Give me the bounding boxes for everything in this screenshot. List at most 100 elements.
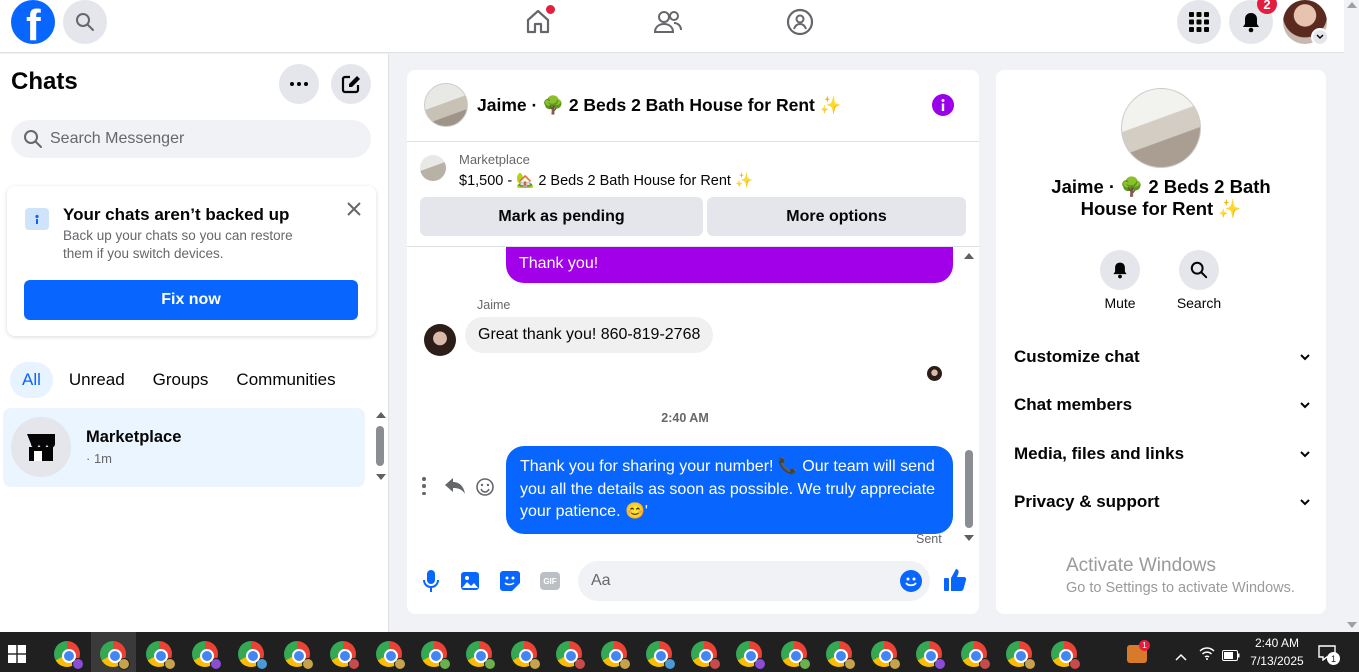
- outgoing-message[interactable]: Thank you for sharing your number! 📞 Our…: [506, 446, 953, 534]
- chrome-taskbar-icon[interactable]: [871, 641, 901, 670]
- nav-groups[interactable]: [770, 0, 830, 44]
- facebook-logo-icon[interactable]: f: [11, 0, 55, 44]
- chrome-taskbar-icon[interactable]: [916, 641, 946, 670]
- backup-notice-card: Your chats aren’t backed up Back up your…: [7, 186, 376, 336]
- chrome-taskbar-icon[interactable]: [601, 641, 631, 670]
- battery-icon[interactable]: [1222, 648, 1240, 666]
- chrome-taskbar-icon[interactable]: [826, 641, 856, 670]
- chat-options-button[interactable]: [279, 64, 319, 104]
- search-action[interactable]: Search: [1175, 250, 1223, 311]
- tab-all[interactable]: All: [10, 362, 53, 398]
- incoming-message[interactable]: Great thank you! 860-819-2768: [465, 317, 714, 353]
- chrome-taskbar-icon[interactable]: [781, 641, 811, 670]
- tab-communities[interactable]: Communities: [224, 362, 347, 398]
- customize-chat-section[interactable]: Customize chat: [1014, 347, 1310, 367]
- tab-groups[interactable]: Groups: [141, 362, 221, 398]
- chrome-taskbar-icon[interactable]: [54, 641, 84, 670]
- message-input[interactable]: Aa: [578, 561, 930, 601]
- conversation-avatar: [424, 83, 468, 127]
- microphone-icon[interactable]: [422, 570, 440, 597]
- message-more-actions[interactable]: [419, 477, 429, 495]
- chrome-taskbar-icon[interactable]: [1006, 641, 1036, 670]
- grid-menu-icon: [1189, 12, 1209, 32]
- chat-list-scroll-down[interactable]: [376, 474, 386, 480]
- mute-action[interactable]: Mute: [1096, 250, 1144, 311]
- chrome-taskbar-icon[interactable]: [646, 641, 676, 670]
- chrome-taskbar-icon[interactable]: [146, 641, 176, 670]
- backup-icon: [25, 208, 49, 230]
- chevron-down-icon: [1300, 401, 1310, 408]
- notifications-button[interactable]: 2: [1229, 0, 1277, 44]
- search-messenger-field[interactable]: Search Messenger: [11, 120, 371, 158]
- show-hidden-icons-chevron-icon[interactable]: [1175, 648, 1187, 666]
- chrome-taskbar-icon[interactable]: [376, 641, 406, 670]
- friends-icon: [653, 11, 682, 33]
- chrome-taskbar-icon[interactable]: [192, 641, 222, 670]
- sticker-icon[interactable]: [499, 570, 521, 597]
- outgoing-message[interactable]: Thank you!: [506, 247, 953, 283]
- activation-watermark-body: Go to Settings to activate Windows.: [1066, 580, 1295, 596]
- privacy-support-section[interactable]: Privacy & support: [1014, 492, 1310, 512]
- mark-as-pending-button[interactable]: Mark as pending: [420, 197, 703, 236]
- like-icon[interactable]: [943, 568, 967, 597]
- clock-time[interactable]: 2:40 AM: [1246, 636, 1308, 650]
- more-icon: [290, 82, 308, 86]
- messages-scroll-up[interactable]: [964, 253, 974, 259]
- messages-scroll-down[interactable]: [964, 535, 974, 541]
- chrome-taskbar-icon[interactable]: [100, 641, 130, 670]
- reply-icon[interactable]: [445, 478, 465, 499]
- storefront-icon: [27, 434, 55, 461]
- chat-list-item[interactable]: Marketplace · 1m: [3, 408, 365, 487]
- nav-home[interactable]: [508, 0, 568, 44]
- chat-list-scroll-up[interactable]: [376, 412, 386, 418]
- chrome-taskbar-icon[interactable]: [511, 641, 541, 670]
- chrome-taskbar-icon[interactable]: [556, 641, 586, 670]
- conversation-info-button[interactable]: [932, 94, 954, 116]
- chrome-taskbar-icon[interactable]: [284, 641, 314, 670]
- chat-members-section[interactable]: Chat members: [1014, 395, 1310, 415]
- media-files-links-section[interactable]: Media, files and links: [1014, 444, 1310, 464]
- chrome-taskbar-icon[interactable]: [466, 641, 496, 670]
- conversation-header[interactable]: Jaime · 🌳 2 Beds 2 Bath House for Rent ✨: [407, 70, 979, 142]
- search-icon: [1190, 261, 1208, 279]
- new-message-button[interactable]: [331, 64, 371, 104]
- bell-icon: [1113, 262, 1127, 279]
- chrome-taskbar-icon[interactable]: [421, 641, 451, 670]
- photo-icon[interactable]: [460, 571, 480, 596]
- chevron-down-icon: [1300, 450, 1310, 457]
- start-button[interactable]: [8, 645, 26, 663]
- emoji-icon[interactable]: [900, 570, 922, 592]
- section-label: Customize chat: [1014, 347, 1140, 366]
- chrome-taskbar-icon[interactable]: [330, 641, 360, 670]
- chrome-taskbar-icon[interactable]: [961, 641, 991, 670]
- tab-unread[interactable]: Unread: [57, 362, 137, 398]
- react-icon[interactable]: [476, 478, 494, 501]
- menu-button[interactable]: [1177, 0, 1221, 44]
- composer: GIF Aa: [407, 552, 979, 614]
- windows-logo-icon: [8, 645, 26, 663]
- message-input-placeholder: Aa: [591, 572, 611, 589]
- listing-summary[interactable]: $1,500 - 🏡 2 Beds 2 Bath House for Rent …: [459, 172, 753, 189]
- conversation-title: Jaime · 🌳 2 Beds 2 Bath House for Rent ✨: [477, 95, 842, 115]
- details-avatar[interactable]: [1121, 88, 1201, 168]
- listing-thumbnail[interactable]: [420, 155, 446, 181]
- chrome-taskbar-icon[interactable]: [238, 641, 268, 670]
- gif-icon[interactable]: GIF: [540, 572, 560, 590]
- search-button[interactable]: [63, 0, 107, 44]
- page-scrollbar[interactable]: [1344, 0, 1359, 632]
- more-options-button[interactable]: More options: [707, 197, 966, 236]
- messages-scrollbar-thumb[interactable]: [965, 450, 973, 528]
- fix-now-button[interactable]: Fix now: [24, 280, 358, 320]
- page-scrollbar-up-arrow[interactable]: [1347, 2, 1357, 8]
- chrome-taskbar-icon[interactable]: [691, 641, 721, 670]
- compose-icon: [341, 75, 360, 94]
- account-chevron-icon[interactable]: [1311, 28, 1329, 46]
- nav-friends[interactable]: [638, 0, 698, 44]
- wifi-icon[interactable]: [1199, 646, 1215, 665]
- page-scrollbar-down-arrow[interactable]: [1347, 622, 1357, 628]
- chat-list-scrollbar[interactable]: [376, 426, 384, 466]
- clock-date[interactable]: 7/13/2025: [1244, 654, 1310, 668]
- close-backup-button[interactable]: [343, 198, 365, 220]
- chrome-taskbar-icon[interactable]: [1051, 641, 1081, 670]
- chrome-taskbar-icon[interactable]: [736, 641, 766, 670]
